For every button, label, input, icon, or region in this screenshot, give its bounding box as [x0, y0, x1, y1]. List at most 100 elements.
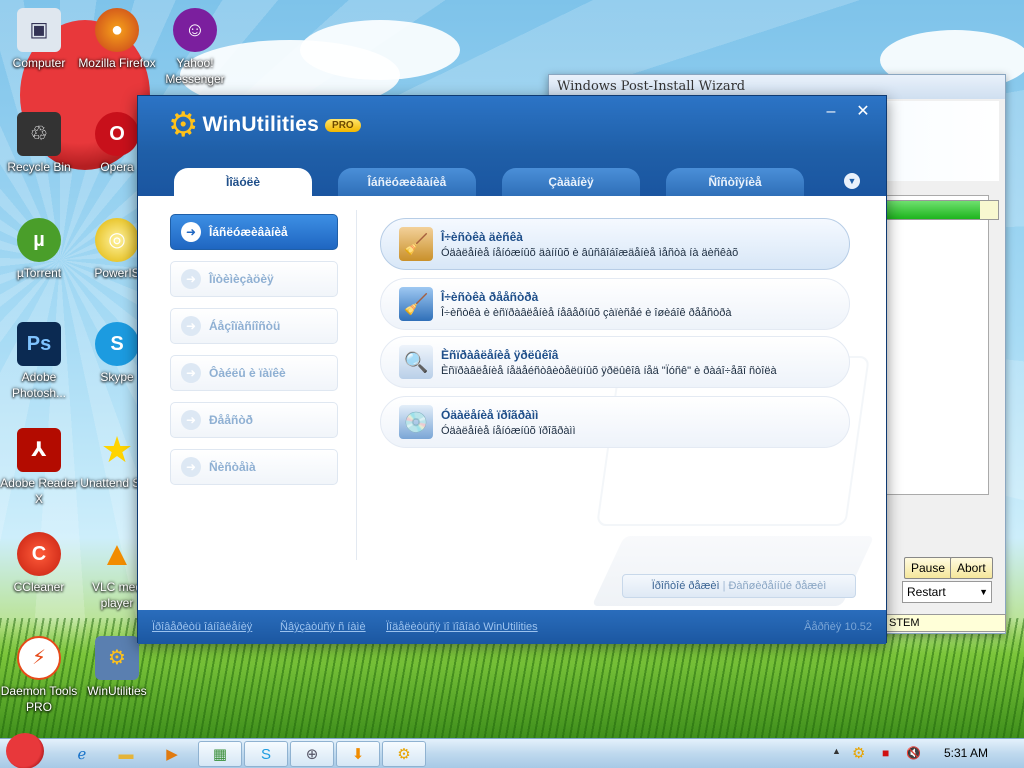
desktop-icon-utorrent[interactable]: µ µTorrent [0, 218, 78, 281]
photoshop-icon: Ps [17, 322, 61, 366]
wallpaper-cloud [300, 20, 460, 80]
wizard-progress-fill [880, 201, 981, 219]
feature-title: Î÷èñòêà ðååñòðà [441, 290, 539, 304]
download-icon[interactable]: ⬇ [336, 741, 380, 767]
skype-icon: S [95, 322, 139, 366]
check-updates-link[interactable]: Ïðîâåðèòü îáíîâëåíèÿ [152, 621, 252, 633]
desktop-icon-label: Opera [100, 160, 134, 174]
desktop-icon-computer[interactable]: ▣ Computer [0, 8, 78, 71]
desktop-icon-adobe-reader[interactable]: ⅄ Adobe Reader X [0, 428, 78, 507]
nav-security[interactable]: ➜ Áåçîïàñíîñòü [170, 308, 338, 344]
arrow-right-icon: ➜ [181, 363, 201, 383]
restart-select-value: Restart [907, 585, 946, 599]
utorrent-icon: µ [17, 218, 61, 262]
desktop-icon-recycle-bin[interactable]: ♲ Recycle Bin [0, 112, 78, 175]
app-logo: ⚙ WinUtilities PRO [168, 108, 361, 142]
feature-registry-cleanup[interactable]: 🧹 Î÷èñòêà ðååñòðà Î÷èñòêà è èñïðàâëåíèå … [380, 278, 850, 330]
start-button[interactable] [6, 733, 44, 768]
nav-system[interactable]: ➜ Ñèñòåìà [170, 449, 338, 485]
firefox-icon: ● [95, 8, 139, 52]
internet-explorer-icon[interactable]: ℯ [60, 741, 104, 767]
share-link[interactable]: Ïîäåëèòüñÿ ïî ïîâîäó WinUtilities [386, 621, 538, 633]
tab-menu-chevron-icon[interactable]: ▼ [844, 173, 860, 189]
wizard-log-panel[interactable] [879, 195, 989, 495]
network-icon[interactable]: ⊕ [290, 741, 334, 767]
nav-files-folders[interactable]: ➜ Ôàéëû è ïàïêè [170, 355, 338, 391]
speaker-muted-icon[interactable]: 🔇 [906, 746, 921, 760]
desktop-icon-photoshop[interactable]: Ps Adobe Photosh... [0, 322, 78, 401]
disk-cleanup-icon: 🧹 [399, 227, 433, 261]
winutilities-window[interactable]: ⚙ WinUtilities PRO – ✕ Ìîäóëè Îáñëóæèâàí… [137, 95, 887, 644]
close-button[interactable]: ✕ [852, 101, 874, 123]
daemon-tools-icon: ⚡ [17, 636, 61, 680]
nav-registry[interactable]: ➜ Ðååñòð [170, 402, 338, 438]
skype-icon[interactable]: S [244, 741, 288, 767]
vertical-divider [356, 210, 357, 560]
advanced-mode-link[interactable]: Ðàñøèðåííûé ðåæèì [728, 580, 826, 592]
tab-status[interactable]: Ñîñòîÿíèå [666, 168, 804, 196]
winpim-icon[interactable]: ▦ [198, 741, 242, 767]
minimize-button[interactable]: – [820, 101, 842, 123]
desktop-icon-label: PowerIS [94, 266, 140, 280]
nav-label: Ôàéëû è ïàïêè [209, 366, 286, 380]
winutilities-icon: ⚙ [95, 636, 139, 680]
poweriso-icon: ◎ [95, 218, 139, 262]
tab-modules[interactable]: Ìîäóëè [174, 168, 312, 196]
nav-optimization[interactable]: ➜ Îïòèìèçàöèÿ [170, 261, 338, 297]
desktop-icon-firefox[interactable]: ● Mozilla Firefox [78, 8, 156, 71]
feature-disk-cleanup[interactable]: 🧹 Î÷èñòêà äèñêà Óäàëåíèå íåíóæíûõ äàííûõ… [380, 218, 850, 270]
main-tabs: Ìîäóëè Îáñëóæèâàíèå Çàäàíèÿ Ñîñòîÿíèå [174, 168, 804, 196]
arrow-right-icon: ➜ [181, 316, 201, 336]
opera-icon: O [95, 112, 139, 156]
abort-button[interactable]: Abort [950, 557, 993, 579]
feature-shortcut-fix[interactable]: 🔍 Èñïðàâëåíèå ÿðëûêîâ Èñïðàâëåíèå íåäåéñ… [380, 336, 850, 388]
arrow-right-icon: ➜ [181, 222, 201, 242]
gear-icon: ⚙ [168, 106, 199, 144]
desktop-icon-label: Daemon Tools PRO [0, 684, 78, 714]
registry-cleanup-icon: 🧹 [399, 287, 433, 321]
restart-select[interactable]: Restart ▼ [902, 581, 992, 603]
basic-mode-link[interactable]: Ïðîñòîé ðåæèì [652, 580, 720, 592]
wizard-status-text: STEM [886, 614, 1006, 632]
shortcut-fix-icon: 🔍 [399, 345, 433, 379]
arrow-right-icon: ➜ [181, 457, 201, 477]
contact-us-link[interactable]: Ñâÿçàòüñÿ ñ íàìè [280, 621, 366, 633]
desktop-icon-label: Computer [12, 56, 66, 70]
uninstall-icon: 💿 [399, 405, 433, 439]
category-nav: ➜ Îáñëóæèâàíèå ➜ Îïòèìèçàöèÿ ➜ Áåçîïàñíî… [170, 214, 338, 496]
tab-tasks[interactable]: Çàäàíèÿ [502, 168, 640, 196]
media-player-icon[interactable]: ▶ [150, 741, 194, 767]
feature-uninstall[interactable]: 💿 Óäàëåíèå ïðîãðàìì Óäàëåíèå íåíóæíûõ ïð… [380, 396, 850, 448]
nav-label: Îïòèìèçàöèÿ [209, 272, 274, 286]
gear-tray-icon[interactable]: ⚙ [852, 744, 865, 762]
computer-icon: ▣ [17, 8, 61, 52]
window-footer: Ïðîâåðèòü îáíîâëåíèÿ Ñâÿçàòüñÿ ñ íàìè Ïî… [138, 610, 886, 644]
star-icon: ★ [100, 429, 134, 470]
feature-description: Î÷èñòêà è èñïðàâëåíèå íåâåðíûõ çàïèñåé è… [441, 307, 732, 319]
pause-button[interactable]: Pause [904, 557, 953, 579]
desktop-icon-yahoo[interactable]: ☺ Yahoo! Messenger [156, 8, 234, 87]
flag-tray-icon[interactable]: ■ [882, 746, 889, 760]
mode-switch: Ïðîñòîé ðåæèì | Ðàñøèðåííûé ðåæèì [622, 574, 856, 598]
feature-description: Èñïðàâëåíèå íåäåéñòâèòåëüíûõ ÿðëûêîâ íåä… [441, 365, 777, 377]
tab-maintenance[interactable]: Îáñëóæèâàíèå [338, 168, 476, 196]
desktop-icon-label: WinUtilities [87, 684, 147, 698]
desktop-icon-ccleaner[interactable]: C CCleaner [0, 532, 78, 595]
desktop-icon-label: Recycle Bin [7, 160, 71, 174]
window-header: ⚙ WinUtilities PRO – ✕ Ìîäóëè Îáñëóæèâàí… [138, 96, 886, 196]
folder-icon[interactable]: ▬ [104, 741, 148, 767]
show-hidden-icons-chevron-icon[interactable]: ▲ [832, 746, 841, 756]
yahoo-messenger-icon: ☺ [173, 8, 217, 52]
winutilities-icon[interactable]: ⚙ [382, 741, 426, 767]
desktop-icon-daemon-tools[interactable]: ⚡ Daemon Tools PRO [0, 636, 78, 715]
nav-maintenance[interactable]: ➜ Îáñëóæèâàíèå [170, 214, 338, 250]
desktop-icon-label: Skype [100, 370, 134, 384]
desktop-icon-winutilities[interactable]: ⚙ WinUtilities [78, 636, 156, 699]
adobe-reader-icon: ⅄ [17, 428, 61, 472]
version-text: Âåðñèÿ 10.52 [804, 621, 872, 633]
clock[interactable]: 5:31 AM [944, 746, 988, 760]
desktop-icon-label: Yahoo! Messenger [165, 56, 225, 86]
desktop-icon-label: Adobe Photosh... [11, 370, 67, 400]
arrow-right-icon: ➜ [181, 269, 201, 289]
arrow-right-icon: ➜ [181, 410, 201, 430]
